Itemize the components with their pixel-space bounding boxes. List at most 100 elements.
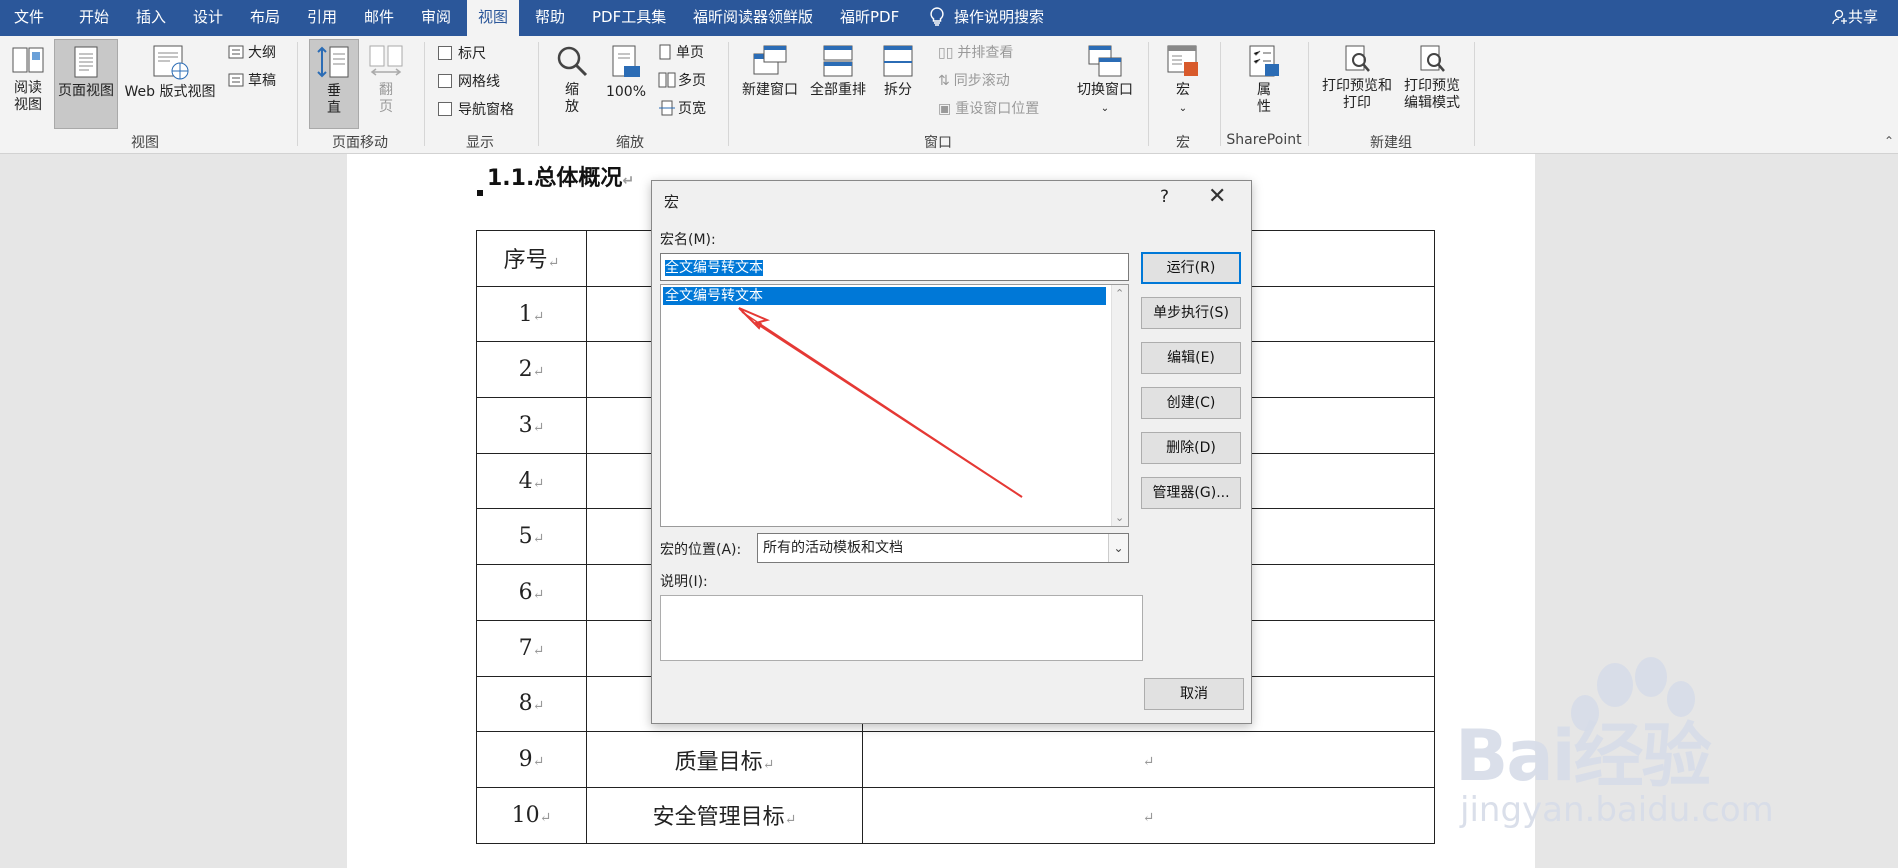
scrollbar[interactable]: ⌃ ⌄: [1111, 285, 1128, 526]
web-layout-button[interactable]: Web 版式视图: [122, 44, 218, 101]
help-button[interactable]: ?: [1160, 187, 1169, 207]
magnifier-icon: [557, 46, 588, 77]
tab-foxit-pdf[interactable]: 福昕PDF: [840, 0, 899, 36]
tell-me-search[interactable]: 操作说明搜索: [928, 0, 1044, 36]
vertical-scroll-icon: [317, 46, 349, 78]
table-cell[interactable]: 3↵: [476, 397, 587, 454]
tab-foxit-reader[interactable]: 福昕阅读器领鲜版: [693, 0, 813, 36]
table-cell[interactable]: 8↵: [476, 675, 587, 733]
print-preview-button[interactable]: 打印预览和 打印: [1318, 44, 1396, 112]
print-layout-button[interactable]: 页面视图: [54, 39, 118, 129]
table-row: 10↵ 安全管理目标↵ ↵: [476, 786, 1435, 844]
print-preview-icon: [1345, 45, 1370, 72]
tab-view[interactable]: 视图: [467, 0, 520, 36]
side-to-side-button[interactable]: 翻 页: [366, 44, 406, 116]
table-cell[interactable]: ↵: [862, 731, 1435, 788]
delete-button[interactable]: 删除(D): [1141, 432, 1241, 464]
page-width-button[interactable]: 页宽: [658, 100, 706, 118]
table-cell[interactable]: 安全管理目标↵: [586, 786, 863, 844]
read-mode-button[interactable]: 阅读 视图: [8, 44, 48, 114]
scroll-down-icon[interactable]: ⌄: [1115, 511, 1124, 524]
macro-name-label: 宏名(M):: [660, 232, 716, 248]
view-side-by-side-button[interactable]: ▯▯ 并排查看: [938, 44, 1013, 62]
checkbox-box[interactable]: [438, 46, 452, 60]
tab-insert[interactable]: 插入: [136, 0, 166, 36]
table-cell[interactable]: 序号↵: [476, 230, 587, 287]
macro-list-item[interactable]: 全文编号转文本: [663, 287, 1106, 305]
table-cell[interactable]: 9↵: [476, 731, 587, 788]
step-into-button[interactable]: 单步执行(S): [1141, 297, 1241, 329]
vertical-button[interactable]: 垂 直: [309, 39, 359, 129]
cancel-button[interactable]: 取消: [1144, 678, 1244, 710]
collapse-ribbon-icon[interactable]: ⌃: [1884, 132, 1894, 150]
table-cell[interactable]: 4↵: [476, 452, 587, 510]
page-width-icon: [659, 100, 675, 116]
tab-references[interactable]: 引用: [307, 0, 337, 36]
tab-home[interactable]: 开始: [79, 0, 109, 36]
macros-button[interactable]: 宏 ⌄: [1160, 44, 1206, 117]
chevron-down-icon: ⌄: [1100, 103, 1110, 114]
tab-design[interactable]: 设计: [193, 0, 223, 36]
edit-button[interactable]: 编辑(E): [1141, 342, 1241, 374]
create-button[interactable]: 创建(C): [1141, 387, 1241, 419]
arrange-all-button[interactable]: 全部重排: [806, 44, 870, 99]
new-window-button[interactable]: 新建窗口: [738, 44, 802, 99]
table-cell[interactable]: 10↵: [476, 786, 587, 844]
tab-mailings[interactable]: 邮件: [364, 0, 394, 36]
tab-review[interactable]: 审阅: [421, 0, 451, 36]
ribbon-tab-bar: 文件 开始 插入 设计 布局 引用 邮件 审阅 视图 帮助 PDF工具集 福昕阅…: [0, 0, 1898, 36]
navigation-pane-checkbox[interactable]: 导航窗格: [438, 101, 514, 119]
table-cell[interactable]: 2↵: [476, 341, 587, 399]
checkbox-box[interactable]: [438, 74, 452, 88]
tab-layout[interactable]: 布局: [250, 0, 280, 36]
cell-text: 3: [518, 412, 533, 438]
outline-button[interactable]: 大纲: [228, 44, 276, 62]
document-heading[interactable]: 1.1.总体概况↵: [487, 160, 634, 192]
checkbox-box[interactable]: [438, 102, 452, 116]
zoom-button[interactable]: 缩 放: [550, 44, 594, 116]
chevron-down-icon[interactable]: ⌄: [1108, 534, 1128, 562]
web-page-icon: [153, 45, 189, 80]
synchronous-scrolling-button[interactable]: ⇅ 同步滚动: [938, 72, 1010, 90]
tab-file[interactable]: 文件: [14, 0, 44, 36]
cell-text: 2: [518, 357, 533, 383]
organizer-button[interactable]: 管理器(G)...: [1141, 477, 1241, 509]
ribbon-view: 阅读 视图 页面视图 Web 版式视图 大纲 草稿 视图 垂 直 翻 页 页面移…: [0, 36, 1898, 154]
gridlines-checkbox[interactable]: 网格线: [438, 73, 500, 91]
cell-text: 质量目标: [674, 749, 763, 775]
draft-button[interactable]: 草稿: [228, 72, 276, 90]
watermark-brand: Bai经验: [1455, 715, 1712, 797]
table-cell[interactable]: 5↵: [476, 508, 587, 566]
macro-name-input[interactable]: 全文编号转文本: [660, 253, 1129, 281]
paragraph-mark: ↵: [532, 698, 545, 715]
table-cell[interactable]: 7↵: [476, 619, 587, 677]
multiple-pages-button[interactable]: 多页: [658, 72, 706, 90]
one-page-button[interactable]: 单页: [658, 44, 704, 62]
run-button[interactable]: 运行(R): [1141, 252, 1241, 284]
macro-list[interactable]: 全文编号转文本 ⌃ ⌄: [660, 284, 1129, 527]
table-cell[interactable]: ↵: [862, 786, 1435, 844]
table-cell[interactable]: 1↵: [476, 285, 587, 343]
zoom-100-button[interactable]: 100%: [604, 44, 648, 101]
table-cell[interactable]: 6↵: [476, 564, 587, 621]
group-label-window: 窗口: [924, 135, 952, 151]
scroll-up-icon[interactable]: ⌃: [1115, 287, 1124, 300]
outline-icon: [228, 45, 244, 59]
ruler-checkbox[interactable]: 标尺: [438, 45, 486, 63]
properties-button[interactable]: 属 性: [1242, 44, 1286, 116]
tab-pdf-tools[interactable]: PDF工具集: [592, 0, 666, 36]
table-cell[interactable]: 质量目标↵: [586, 731, 863, 788]
description-box: [660, 595, 1143, 661]
reset-window-position-button[interactable]: ▣ 重设窗口位置: [938, 100, 1039, 118]
close-icon: ✕: [1208, 184, 1227, 209]
cell-text: 1: [518, 301, 533, 327]
switch-windows-button[interactable]: 切换窗口 ⌄: [1072, 44, 1138, 117]
share-button[interactable]: 共享: [1832, 0, 1878, 36]
print-preview-edit-button[interactable]: 打印预览 编辑模式: [1400, 44, 1464, 112]
side-to-side-icon: [369, 45, 403, 76]
tab-help[interactable]: 帮助: [535, 0, 565, 36]
paragraph-mark: ↵: [1142, 754, 1155, 771]
close-button[interactable]: ✕: [1208, 184, 1226, 209]
macro-location-select[interactable]: 所有的活动模板和文档 ⌄: [757, 533, 1129, 563]
split-button[interactable]: 拆分: [878, 44, 918, 99]
